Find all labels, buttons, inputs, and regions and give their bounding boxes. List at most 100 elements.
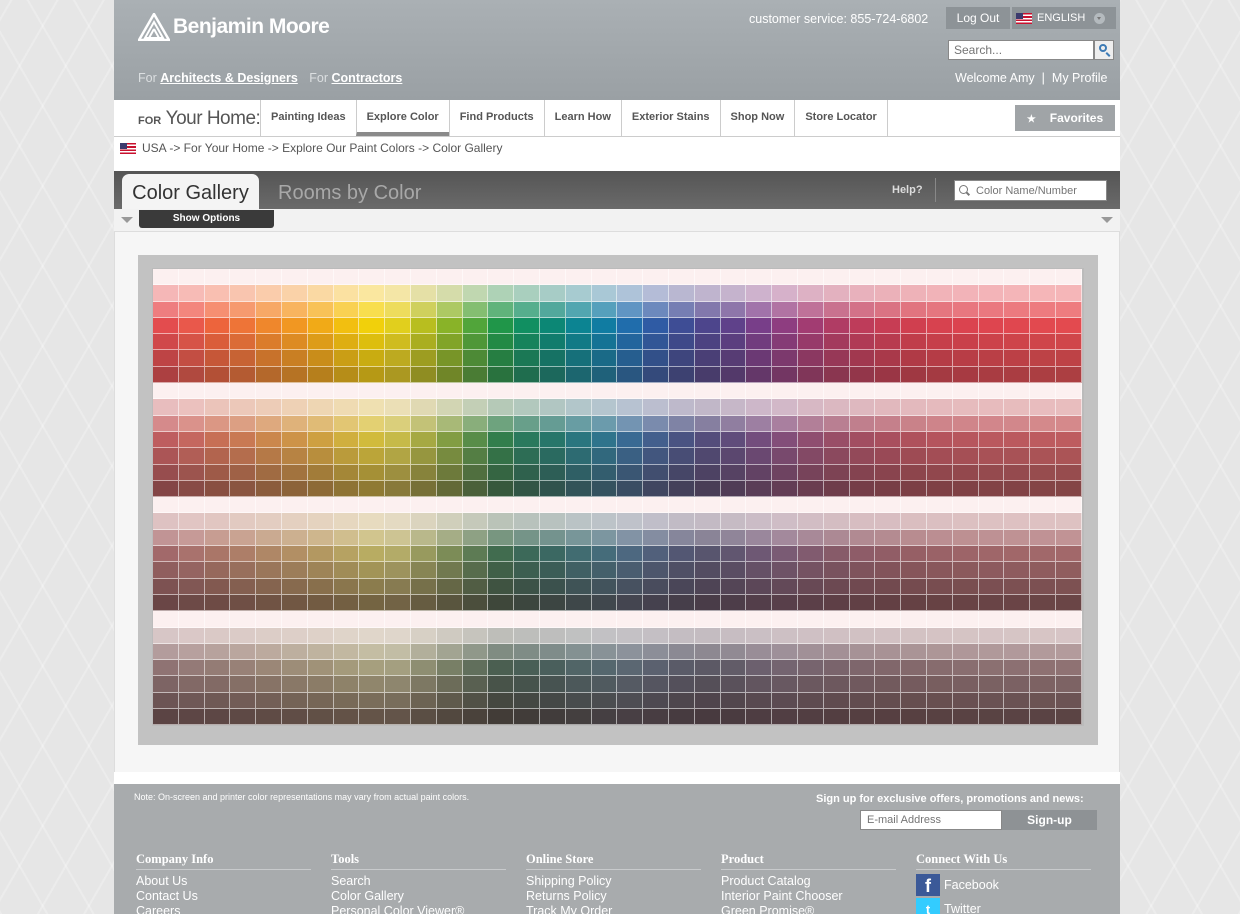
color-swatch[interactable] bbox=[720, 480, 747, 498]
color-swatch[interactable] bbox=[359, 448, 386, 465]
color-swatch[interactable] bbox=[204, 513, 231, 530]
site-search-input[interactable] bbox=[948, 40, 1094, 60]
color-swatch[interactable] bbox=[230, 431, 257, 449]
color-swatch[interactable] bbox=[359, 480, 386, 498]
color-swatch[interactable] bbox=[385, 497, 411, 514]
color-swatch[interactable] bbox=[823, 448, 850, 465]
color-swatch[interactable] bbox=[488, 627, 515, 644]
color-swatch[interactable] bbox=[307, 692, 334, 710]
color-swatch[interactable] bbox=[617, 317, 644, 335]
color-swatch[interactable] bbox=[153, 594, 179, 612]
color-swatch[interactable] bbox=[488, 513, 515, 530]
color-swatch[interactable] bbox=[720, 399, 747, 416]
color-swatch[interactable] bbox=[153, 578, 179, 595]
color-swatch[interactable] bbox=[385, 448, 411, 465]
color-swatch[interactable] bbox=[359, 383, 386, 400]
breadcrumb-trail[interactable]: USA -> For Your Home -> Explore Our Pain… bbox=[142, 141, 502, 155]
color-swatch[interactable] bbox=[307, 317, 334, 335]
architects-designers-link[interactable]: Architects & Designers bbox=[160, 71, 298, 85]
color-swatch[interactable] bbox=[204, 594, 231, 612]
color-swatch[interactable] bbox=[1004, 448, 1031, 465]
color-swatch[interactable] bbox=[488, 643, 515, 661]
color-swatch[interactable] bbox=[1030, 562, 1056, 579]
color-swatch[interactable] bbox=[281, 513, 308, 530]
color-swatch[interactable] bbox=[230, 660, 257, 677]
color-swatch[interactable] bbox=[1055, 676, 1082, 693]
color-swatch[interactable] bbox=[952, 546, 979, 563]
color-swatch[interactable] bbox=[668, 643, 695, 661]
color-swatch[interactable] bbox=[204, 350, 231, 367]
color-swatch[interactable] bbox=[333, 513, 360, 530]
color-swatch[interactable] bbox=[565, 480, 592, 498]
color-swatch[interactable] bbox=[1030, 334, 1056, 351]
color-swatch[interactable] bbox=[359, 431, 386, 449]
color-swatch[interactable] bbox=[643, 317, 669, 335]
color-swatch[interactable] bbox=[643, 497, 669, 514]
color-swatch[interactable] bbox=[978, 562, 1005, 579]
color-swatch[interactable] bbox=[410, 269, 437, 286]
color-swatch[interactable] bbox=[256, 334, 282, 351]
color-swatch[interactable] bbox=[1030, 431, 1056, 449]
color-swatch[interactable] bbox=[978, 480, 1005, 498]
color-swatch[interactable] bbox=[514, 709, 540, 726]
color-search-box[interactable] bbox=[954, 180, 1107, 201]
color-swatch[interactable] bbox=[436, 415, 463, 432]
color-swatch[interactable] bbox=[565, 415, 592, 432]
color-swatch[interactable] bbox=[539, 676, 566, 693]
color-swatch[interactable] bbox=[565, 431, 592, 449]
color-swatch[interactable] bbox=[359, 269, 386, 286]
color-swatch[interactable] bbox=[539, 627, 566, 644]
color-swatch[interactable] bbox=[230, 611, 257, 628]
color-swatch[interactable] bbox=[539, 285, 566, 302]
color-swatch[interactable] bbox=[514, 383, 540, 400]
color-swatch[interactable] bbox=[539, 692, 566, 710]
color-swatch[interactable] bbox=[1030, 529, 1056, 547]
color-swatch[interactable] bbox=[746, 317, 773, 335]
color-swatch[interactable] bbox=[823, 415, 850, 432]
color-swatch[interactable] bbox=[565, 448, 592, 465]
color-swatch[interactable] bbox=[514, 546, 540, 563]
color-swatch[interactable] bbox=[823, 578, 850, 595]
color-swatch[interactable] bbox=[617, 269, 644, 286]
color-swatch[interactable] bbox=[204, 383, 231, 400]
tab-rooms-by-color[interactable]: Rooms by Color bbox=[278, 179, 421, 207]
color-swatch[interactable] bbox=[617, 285, 644, 302]
color-swatch[interactable] bbox=[230, 709, 257, 726]
color-swatch[interactable] bbox=[823, 529, 850, 547]
color-swatch[interactable] bbox=[385, 578, 411, 595]
color-swatch[interactable] bbox=[772, 529, 798, 547]
color-swatch[interactable] bbox=[978, 350, 1005, 367]
color-swatch[interactable] bbox=[410, 562, 437, 579]
color-swatch[interactable] bbox=[926, 611, 953, 628]
color-swatch[interactable] bbox=[643, 562, 669, 579]
footer-link-careers[interactable]: Careers bbox=[136, 904, 311, 914]
color-swatch[interactable] bbox=[668, 285, 695, 302]
color-swatch[interactable] bbox=[488, 285, 515, 302]
color-swatch[interactable] bbox=[204, 448, 231, 465]
tab-explore-color[interactable]: Explore Color bbox=[355, 100, 449, 136]
color-swatch[interactable] bbox=[720, 594, 747, 612]
color-swatch[interactable] bbox=[307, 399, 334, 416]
color-swatch[interactable] bbox=[694, 350, 721, 367]
color-swatch[interactable] bbox=[952, 448, 979, 465]
color-swatch[interactable] bbox=[410, 578, 437, 595]
color-swatch[interactable] bbox=[1055, 366, 1082, 384]
color-swatch[interactable] bbox=[514, 611, 540, 628]
color-swatch[interactable] bbox=[668, 709, 695, 726]
color-swatch[interactable] bbox=[797, 578, 824, 595]
color-swatch[interactable] bbox=[230, 497, 257, 514]
color-swatch[interactable] bbox=[359, 546, 386, 563]
color-swatch[interactable] bbox=[978, 431, 1005, 449]
color-swatch[interactable] bbox=[539, 366, 566, 384]
color-swatch[interactable] bbox=[668, 594, 695, 612]
color-swatch[interactable] bbox=[565, 350, 592, 367]
color-swatch[interactable] bbox=[901, 480, 927, 498]
color-swatch[interactable] bbox=[153, 431, 179, 449]
color-swatch[interactable] bbox=[617, 562, 644, 579]
color-swatch[interactable] bbox=[514, 513, 540, 530]
color-swatch[interactable] bbox=[901, 643, 927, 661]
color-swatch[interactable] bbox=[178, 480, 205, 498]
color-swatch[interactable] bbox=[720, 660, 747, 677]
color-swatch[interactable] bbox=[514, 464, 540, 481]
color-swatch[interactable] bbox=[385, 643, 411, 661]
